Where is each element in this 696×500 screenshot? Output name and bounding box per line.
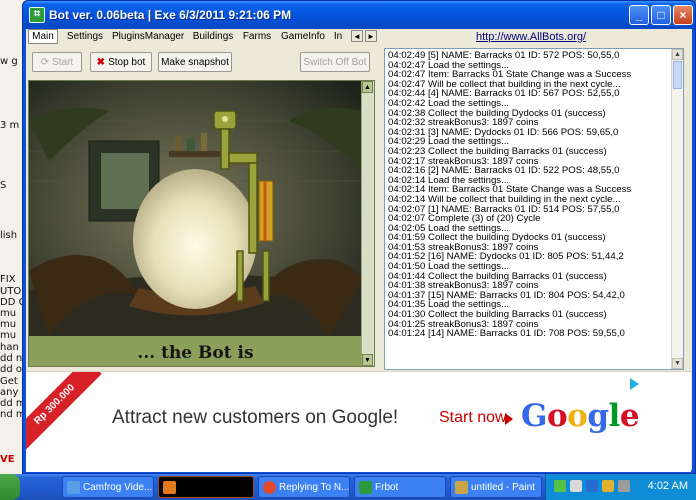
tab-scroll-right-icon[interactable]: ► xyxy=(365,30,377,42)
allbots-link[interactable]: http://www.AllBots.org/ xyxy=(476,31,586,43)
task-redacted[interactable] xyxy=(158,476,254,498)
bg-text: dd o xyxy=(0,364,22,375)
start-icon: ⟳ xyxy=(40,57,50,68)
clock: 4:02 AM xyxy=(647,480,688,492)
bg-text: any xyxy=(0,387,19,398)
minimize-button[interactable]: _ xyxy=(629,5,649,25)
bg-text: w g xyxy=(0,56,18,67)
stop-icon: ✖ xyxy=(96,57,106,68)
tab-farms[interactable]: Farms xyxy=(240,30,274,44)
make-snapshot-button[interactable]: Make snapshot xyxy=(158,52,232,72)
start-label: Start xyxy=(52,57,74,68)
bg-text: S xyxy=(0,180,7,191)
tray-icon[interactable] xyxy=(554,480,566,492)
paint-icon xyxy=(455,481,468,494)
google-logo: Google xyxy=(521,398,640,434)
scroll-up-icon[interactable]: ▲ xyxy=(362,81,373,93)
window-title: Bot ver. 0.06beta | Exe 6/3/2011 9:21:06… xyxy=(49,8,292,22)
title-bar[interactable]: ⌗ Bot ver. 0.06beta | Exe 6/3/2011 9:21:… xyxy=(23,1,695,29)
bg-text: mu xyxy=(0,308,17,319)
task-frbot[interactable]: Frbot xyxy=(354,476,446,498)
illustration-caption: ... the Bot is xyxy=(29,336,362,366)
bg-text: VE xyxy=(0,454,15,465)
system-tray: 4:02 AM xyxy=(545,474,696,500)
bg-text: Get xyxy=(0,376,18,387)
tab-scroll-left-icon[interactable]: ◄ xyxy=(351,30,363,42)
scroll-down-icon[interactable]: ▼ xyxy=(672,358,683,369)
tab-plugins-manager[interactable]: PluginsManager xyxy=(112,30,184,44)
task-browser[interactable]: Replying To N... xyxy=(258,476,350,498)
camfrog-icon xyxy=(67,481,80,494)
app-icon xyxy=(163,481,176,494)
illustration-scrollbar[interactable]: ▲ ▼ xyxy=(361,81,374,366)
log-panel[interactable]: 04:02:49 [5] NAME: Barracks 01 ID: 572 P… xyxy=(384,48,684,370)
bot-window: ⌗ Bot ver. 0.06beta | Exe 6/3/2011 9:21:… xyxy=(22,0,696,474)
tab-settings[interactable]: Settings xyxy=(64,30,106,44)
toolbar: ⟳ Start ✖ Stop bot Make snapshot Switch Of… xyxy=(26,49,382,75)
start-button[interactable]: ⟳ Start xyxy=(32,52,82,72)
tab-gameinfo[interactable]: GameInfo xyxy=(280,30,326,44)
bot-illustration xyxy=(29,81,362,336)
switch-off-bot-button[interactable]: Switch Off Bot xyxy=(300,52,370,72)
chrome-icon xyxy=(263,481,276,494)
bg-text: dd n xyxy=(0,353,23,364)
log-line: 04:01:24 [14] NAME: Barracks 01 ID: 708 … xyxy=(388,328,625,340)
tab-more[interactable]: In xyxy=(330,30,346,44)
stop-bot-button[interactable]: ✖ Stop bot xyxy=(90,52,152,72)
taskbar: Camfrog Vide... Replying To N... Frbot u… xyxy=(0,474,696,500)
task-label: Replying To N... xyxy=(279,482,350,493)
task-label: Camfrog Vide... xyxy=(83,482,153,493)
bg-text: mu xyxy=(0,319,17,330)
price-ribbon: Rp 300.000 xyxy=(26,372,102,452)
ad-choices-icon[interactable] xyxy=(630,378,639,390)
task-camfrog[interactable]: Camfrog Vide... xyxy=(62,476,154,498)
ad-banner[interactable]: Rp 300.000 Attract new customers on Goog… xyxy=(26,371,691,472)
bg-text: FIX xyxy=(0,274,16,285)
task-paint[interactable]: untitled - Paint xyxy=(450,476,542,498)
tab-strip: Main Settings PluginsManager Buildings F… xyxy=(26,29,382,45)
bot-illustration-panel: ... the Bot is ▲ ▼ xyxy=(28,80,375,367)
bg-text: 3 m xyxy=(0,120,20,131)
ad-arrow-icon xyxy=(505,413,513,425)
tray-icon[interactable] xyxy=(570,480,582,492)
start-menu-button[interactable] xyxy=(0,474,20,500)
tray-icon[interactable] xyxy=(602,480,614,492)
app-icon: ⌗ xyxy=(29,7,45,23)
ad-cta-link[interactable]: Start now xyxy=(439,409,507,427)
scroll-up-icon[interactable]: ▲ xyxy=(672,49,683,60)
tab-main[interactable]: Main xyxy=(28,29,58,44)
frbot-icon xyxy=(359,481,372,494)
scroll-thumb[interactable] xyxy=(673,61,682,89)
task-label: Frbot xyxy=(375,482,399,493)
scroll-down-icon[interactable]: ▼ xyxy=(362,354,373,366)
ad-headline: Attract new customers on Google! xyxy=(112,407,399,428)
bg-text: mu xyxy=(0,330,17,341)
speaker-icon[interactable] xyxy=(618,480,630,492)
tab-buildings[interactable]: Buildings xyxy=(190,30,236,44)
close-button[interactable]: × xyxy=(673,5,693,25)
window-client: Main Settings PluginsManager Buildings F… xyxy=(26,29,692,472)
log-scrollbar[interactable]: ▲ ▼ xyxy=(671,49,683,369)
maximize-button[interactable]: □ xyxy=(651,5,671,25)
bg-text: han xyxy=(0,342,19,353)
task-label: untitled - Paint xyxy=(471,482,535,493)
log-list: 04:02:49 [5] NAME: Barracks 01 ID: 572 P… xyxy=(388,51,671,339)
tray-icon[interactable] xyxy=(586,480,598,492)
bg-text: UTO xyxy=(0,286,22,297)
bg-text: lish xyxy=(0,230,18,241)
stop-label: Stop bot xyxy=(108,57,146,68)
